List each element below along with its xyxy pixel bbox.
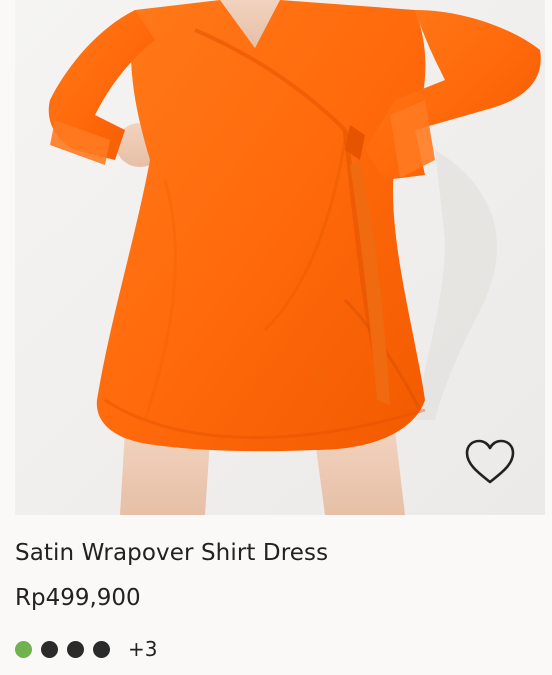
add-to-favorites-button[interactable] [462, 436, 518, 488]
heart-outline-icon [465, 439, 515, 484]
product-card[interactable]: Satin Wrapover Shirt Dress Rp499,900 +3 [0, 0, 552, 675]
color-swatch-black[interactable] [67, 640, 84, 658]
color-swatch-green[interactable] [15, 640, 32, 658]
more-colors-count[interactable]: +3 [128, 637, 157, 661]
product-price: Rp499,900 [15, 585, 141, 611]
product-title[interactable]: Satin Wrapover Shirt Dress [15, 540, 328, 566]
color-swatches: +3 [15, 637, 157, 661]
color-swatch-black[interactable] [41, 640, 58, 658]
color-swatch-black[interactable] [93, 640, 110, 658]
